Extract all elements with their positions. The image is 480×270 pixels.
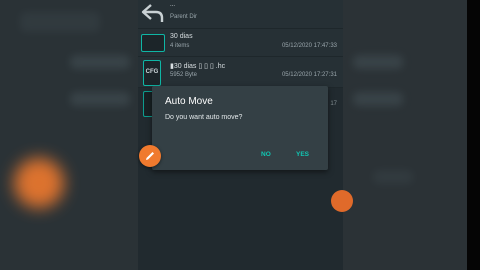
blurred-background-right: [343, 0, 467, 270]
file-icon: CFG: [143, 60, 161, 86]
folder-count: 4 items: [170, 43, 190, 49]
edge-bar: [467, 0, 480, 270]
auto-move-dialog: Auto Move Do you want auto move? NO YES: [152, 86, 328, 170]
no-button[interactable]: NO: [261, 151, 271, 158]
file-date: 05/12/2020 17:27:31: [281, 72, 337, 78]
folder-icon: [141, 34, 165, 52]
dialog-message: Do you want auto move?: [165, 114, 243, 121]
file-name: ▮30 dias ▯ ▯ ▯ .hc: [170, 63, 226, 70]
back-arrow-icon[interactable]: [140, 2, 164, 24]
parent-dir-label: Parent Dir: [170, 14, 198, 20]
yes-button[interactable]: YES: [296, 151, 309, 158]
edit-fab-button[interactable]: [139, 145, 161, 167]
folder-name: 30 dias: [170, 33, 193, 40]
blurred-background-left: [0, 0, 138, 270]
parent-dir-dots: ...: [170, 2, 176, 8]
folder-date: 05/12/2020 17:47:33: [281, 43, 337, 49]
list-item-folder[interactable]: 30 dias 4 items 05/12/2020 17:47:33: [138, 29, 343, 57]
phone-screen: ... Parent Dir 30 dias 4 items 05/12/202…: [138, 0, 343, 270]
parent-dir-row[interactable]: ... Parent Dir: [138, 0, 343, 29]
dialog-title: Auto Move: [165, 96, 213, 107]
fab-partial[interactable]: [331, 190, 353, 212]
pencil-icon: [146, 152, 154, 160]
file-size: 5952 Byte: [170, 72, 198, 78]
list-item-file[interactable]: CFG ▮30 dias ▯ ▯ ▯ .hc 5952 Byte 05/12/2…: [138, 57, 343, 88]
